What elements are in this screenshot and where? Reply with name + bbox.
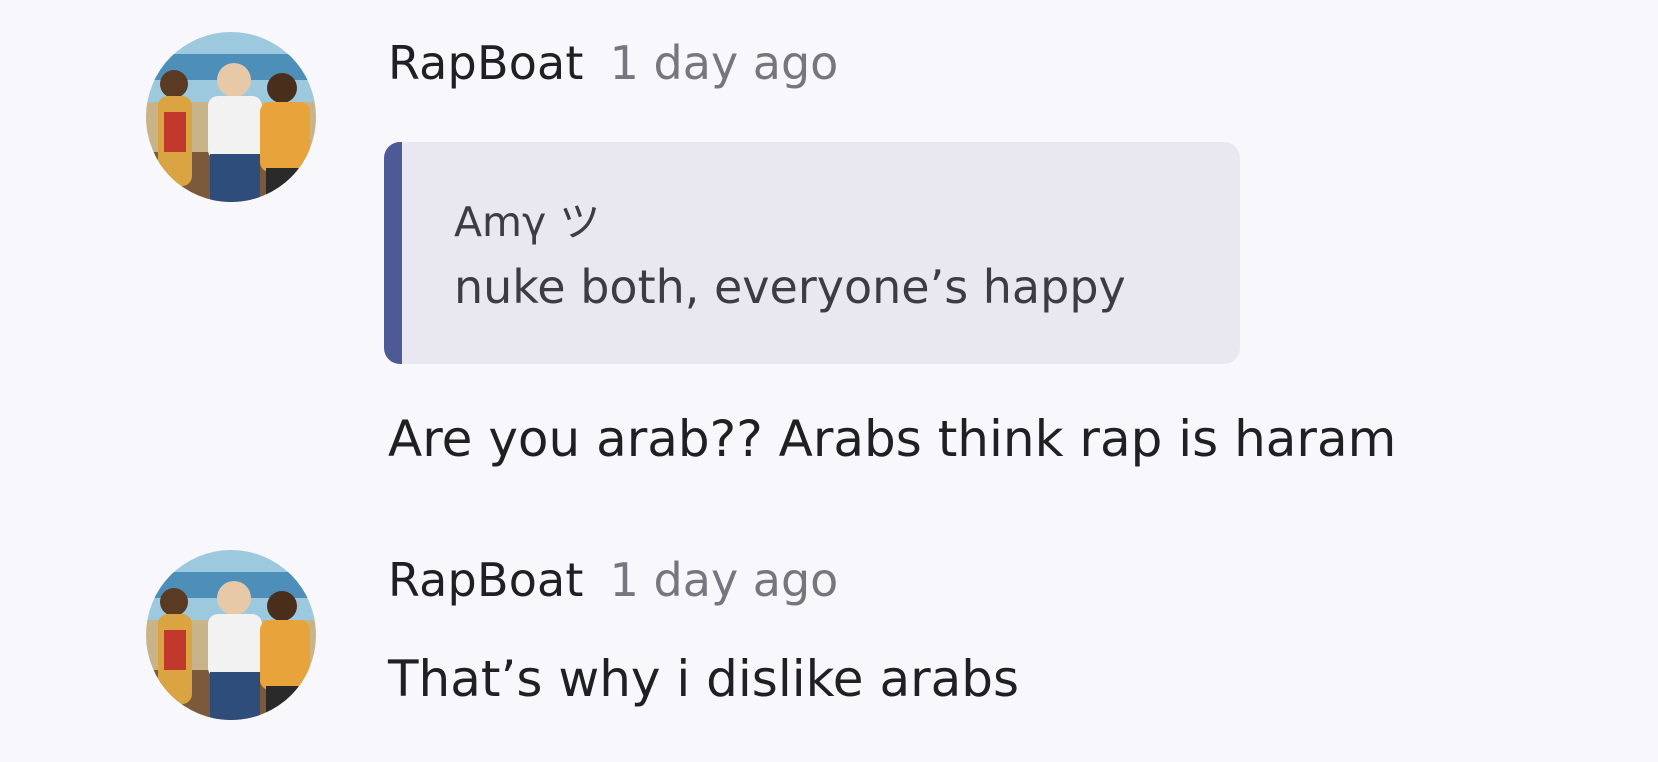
message-header: RapBoat 1 day ago <box>388 553 838 607</box>
timestamp: 1 day ago <box>609 553 839 607</box>
message-2: RapBoat 1 day ago That’s why i dislike ar… <box>0 0 1658 762</box>
avatar-photo <box>146 550 316 720</box>
message-text: That’s why i dislike arabs <box>388 650 1020 708</box>
avatar[interactable] <box>146 550 316 720</box>
username[interactable]: RapBoat <box>388 553 584 607</box>
